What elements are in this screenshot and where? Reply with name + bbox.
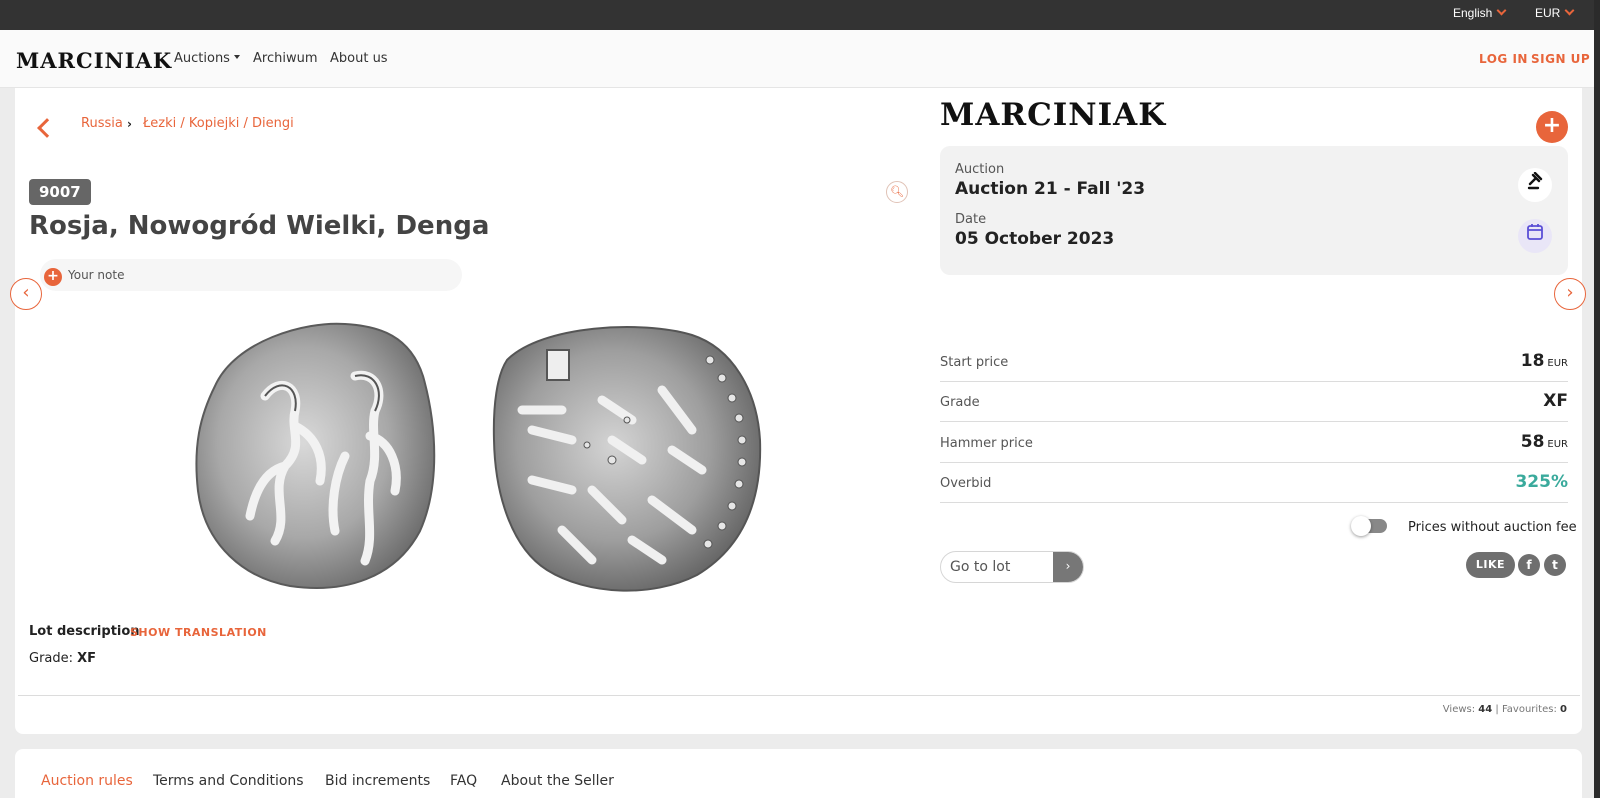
add-note-icon[interactable]: + (44, 268, 62, 286)
breadcrumb-category[interactable]: Łezki / Kopiejki / Diengi (143, 116, 294, 131)
calendar-icon (1518, 219, 1552, 253)
chevron-down-icon (1564, 5, 1575, 16)
price-row-start: Start price 18 EUR (940, 342, 1568, 382)
twitter-icon[interactable]: t (1544, 554, 1566, 576)
auction-label: Auction (955, 162, 1005, 177)
add-button[interactable]: + (1536, 111, 1568, 143)
language-label: English (1453, 6, 1493, 20)
price-value: 18 EUR (1520, 351, 1568, 371)
gavel-icon (1518, 168, 1552, 202)
price-label: Grade (940, 395, 980, 410)
auction-house-logo: MARCINIAK (940, 97, 1167, 133)
price-row-grade: Grade XF (940, 382, 1568, 422)
go-to-lot-field: › (940, 551, 1084, 583)
price-value: XF (1543, 391, 1568, 411)
auction-date: 05 October 2023 (955, 229, 1115, 249)
lot-stats: Views: 44 | Favourites: 0 (1442, 704, 1567, 715)
next-lot-button[interactable]: › (1554, 278, 1586, 310)
auction-info-box: Auction Auction 21 - Fall '23 Date 05 Oc… (940, 146, 1568, 275)
caret-down-icon (233, 55, 240, 59)
nav-archiwum[interactable]: Archiwum (253, 51, 318, 66)
price-value: 325% (1515, 472, 1568, 492)
go-to-lot-button[interactable]: › (1053, 552, 1083, 582)
price-row-overbid: Overbid 325% (940, 463, 1568, 503)
coin-obverse-image[interactable] (195, 316, 445, 598)
price-value: 58 EUR (1520, 432, 1568, 452)
language-selector[interactable]: English (1453, 0, 1507, 30)
facebook-icon[interactable]: f (1518, 554, 1540, 576)
chevron-down-icon (1496, 5, 1507, 16)
top-bar: English EUR (0, 0, 1600, 30)
price-label: Overbid (940, 476, 992, 491)
breadcrumb-separator-icon: › (127, 117, 132, 131)
tab-about-seller[interactable]: About the Seller (501, 773, 614, 789)
site-logo[interactable]: MARCINIAK (16, 48, 172, 73)
divider (18, 695, 1580, 696)
signup-link[interactable]: SIGN UP (1531, 52, 1590, 66)
tab-terms[interactable]: Terms and Conditions (153, 773, 304, 789)
lot-title: Rosja, Nowogród Wielki, Denga (29, 211, 490, 241)
go-to-lot-input[interactable] (941, 552, 1055, 582)
main-nav: MARCINIAK Auctions Archiwum About us LOG… (0, 30, 1600, 88)
grade-line: Grade: XF (29, 651, 97, 666)
tab-bid-increments[interactable]: Bid increments (325, 773, 430, 789)
lot-number-badge: 9007 (29, 179, 91, 205)
breadcrumb-russia[interactable]: Russia (81, 116, 123, 131)
nav-about-us[interactable]: About us (330, 51, 388, 66)
price-label: Start price (940, 355, 1009, 370)
show-translation-button[interactable]: SHOW TRANSLATION (130, 626, 267, 639)
like-button[interactable]: LIKE (1466, 552, 1515, 578)
grade-value: XF (77, 651, 97, 666)
nav-auctions[interactable]: Auctions (174, 51, 240, 66)
footer-tabs: Auction rules Terms and Conditions Bid i… (15, 749, 1582, 798)
login-link[interactable]: LOG IN (1479, 52, 1528, 66)
zoom-icon[interactable]: 🔍︎ (886, 181, 908, 203)
fee-toggle[interactable] (1351, 516, 1387, 536)
note-field[interactable]: + Your note (40, 259, 462, 291)
toggle-knob (1351, 516, 1371, 536)
note-placeholder: Your note (68, 268, 125, 282)
date-label: Date (955, 212, 987, 227)
price-label: Hammer price (940, 436, 1033, 451)
fee-toggle-label: Prices without auction fee (1408, 520, 1577, 535)
auction-name[interactable]: Auction 21 - Fall '23 (955, 179, 1145, 199)
tab-auction-rules[interactable]: Auction rules (41, 773, 133, 789)
prev-lot-button[interactable]: ‹ (10, 278, 42, 310)
currency-selector[interactable]: EUR (1535, 0, 1575, 30)
lot-description-label: Lot description (29, 624, 140, 639)
currency-label: EUR (1535, 6, 1561, 20)
coin-reverse-image[interactable] (492, 320, 764, 595)
scrollbar[interactable] (1594, 0, 1600, 798)
tab-faq[interactable]: FAQ (450, 773, 477, 789)
price-row-hammer: Hammer price 58 EUR (940, 423, 1568, 463)
